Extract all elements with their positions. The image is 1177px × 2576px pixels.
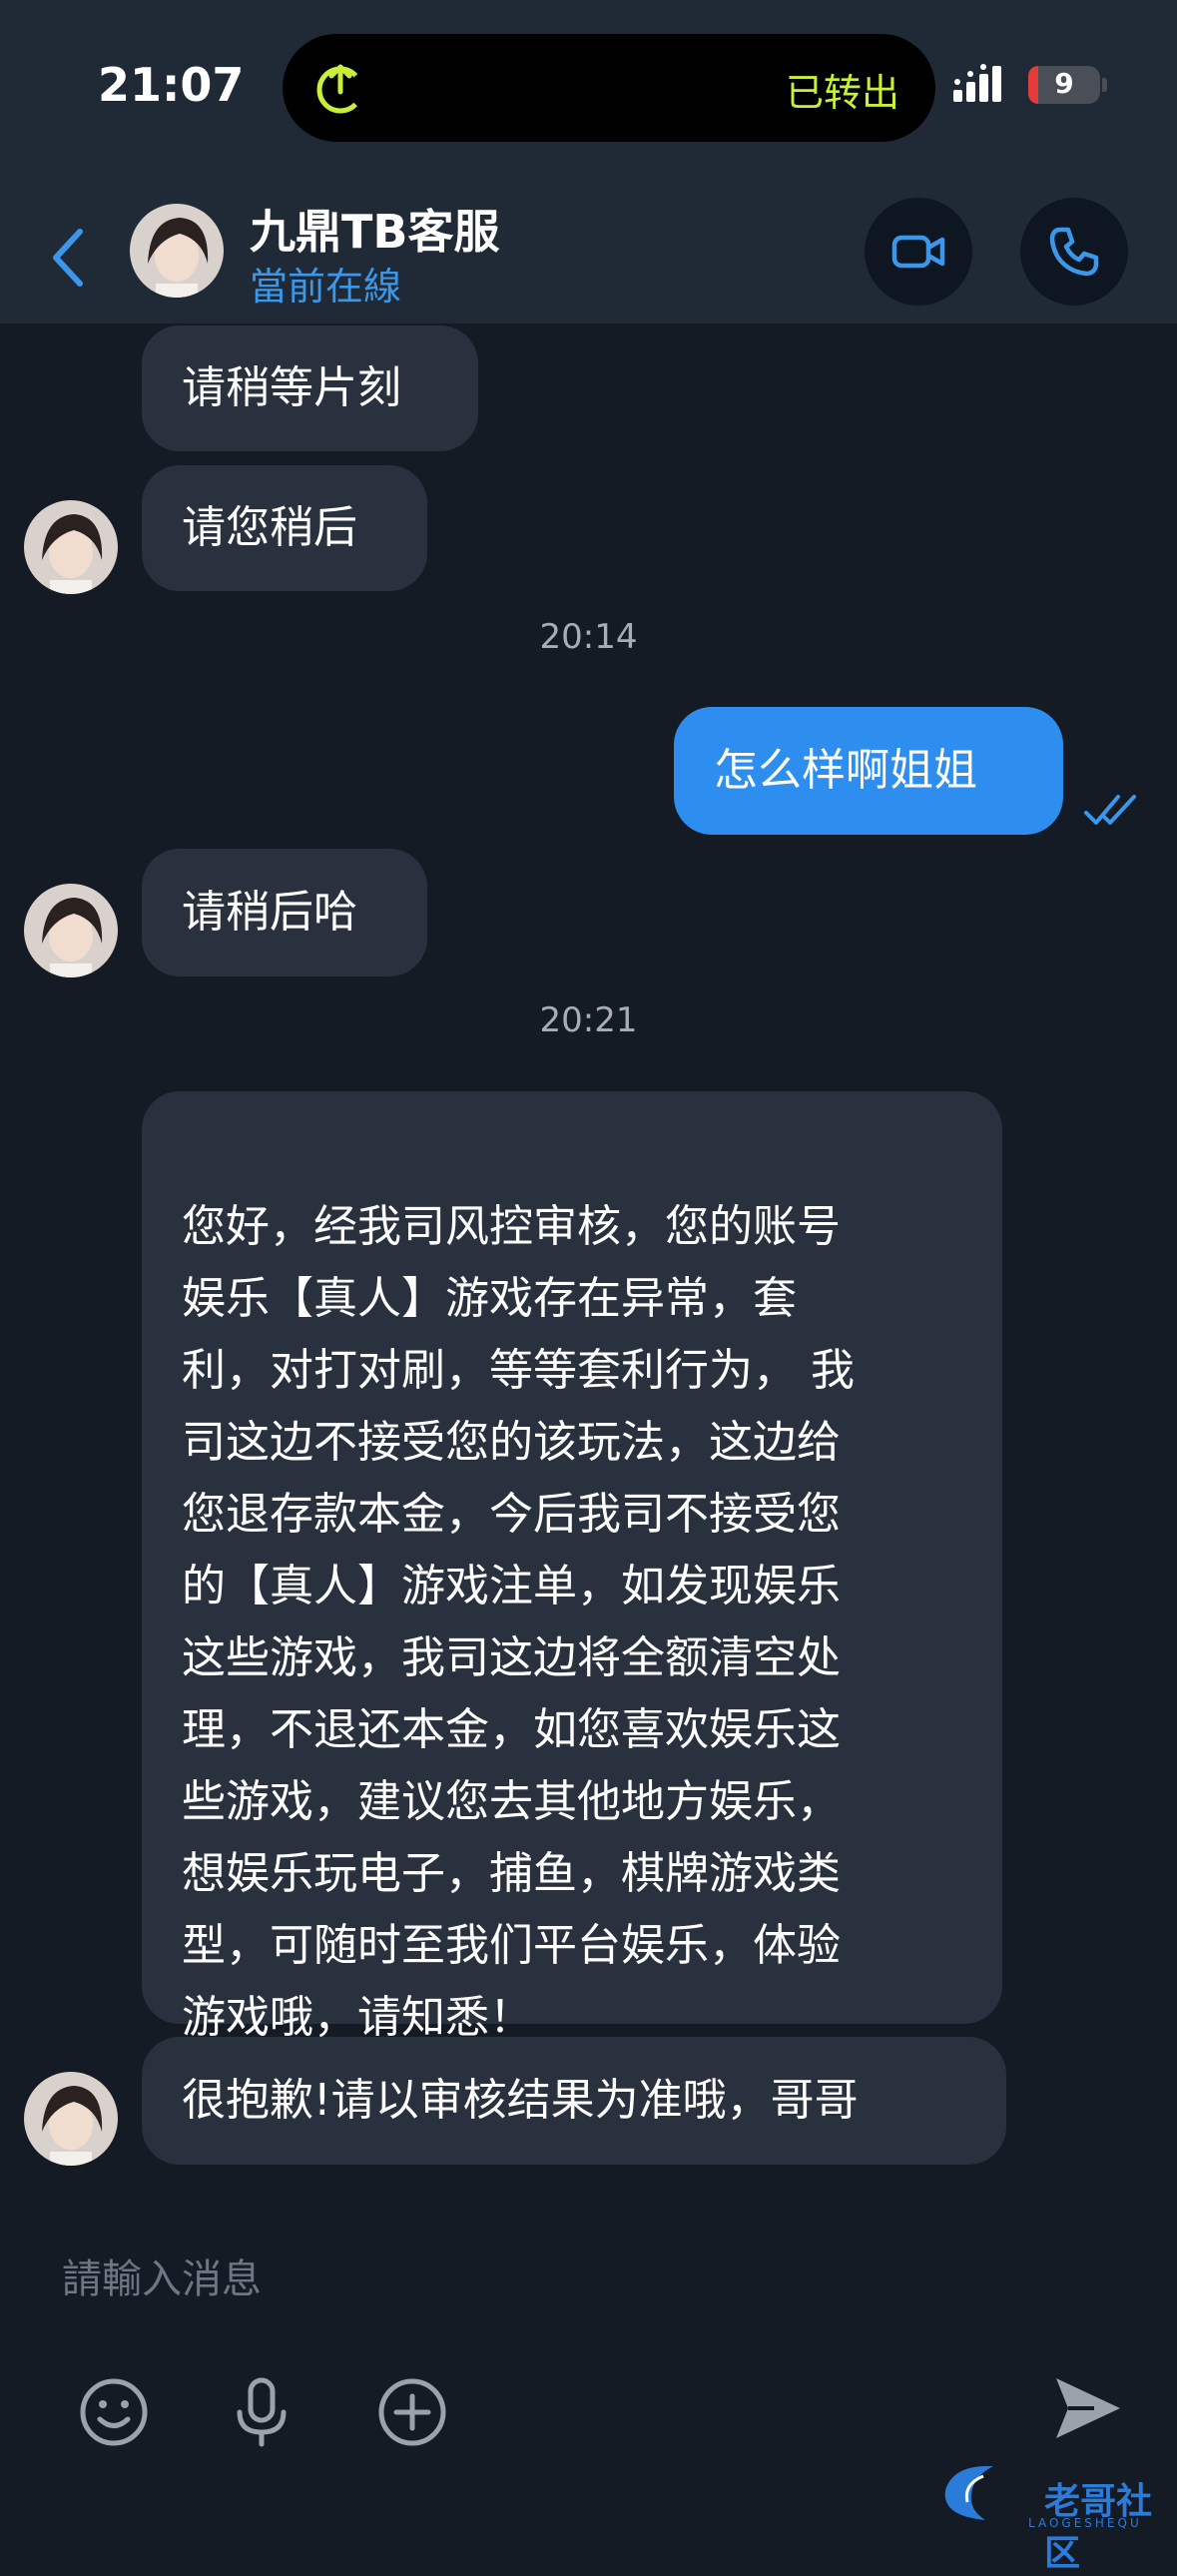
sender-avatar[interactable] xyxy=(24,884,118,977)
dynamic-island[interactable]: 已转出 xyxy=(283,34,935,142)
microphone-icon[interactable] xyxy=(224,2374,299,2450)
video-call-button[interactable] xyxy=(865,198,972,306)
contact-avatar[interactable] xyxy=(130,204,224,298)
share-upload-icon xyxy=(316,64,364,114)
status-time: 21:07 xyxy=(98,58,245,112)
send-icon[interactable] xyxy=(1048,2368,1128,2448)
back-chevron-icon[interactable] xyxy=(40,220,100,296)
chat-header: 九鼎TB客服 當前在線 xyxy=(0,190,1177,323)
incoming-message-bubble[interactable]: 您好，经我司风控审核，您的账号 娱乐【真人】游戏存在异常，套 利，对打对刷，等等… xyxy=(142,1091,1002,2043)
read-receipt-icon xyxy=(1084,795,1136,825)
contact-name: 九鼎TB客服 xyxy=(250,205,500,259)
message-text: 很抱歉!请以审核结果为准哦，哥哥 xyxy=(182,2075,859,2126)
timestamp: 20:14 xyxy=(539,617,638,657)
watermark-subtext: LAOGESHEQU xyxy=(1028,2516,1142,2530)
voice-call-button[interactable] xyxy=(1020,198,1128,306)
status-bar: 21:07 已转出 9 xyxy=(0,0,1177,190)
incoming-message-bubble[interactable]: 很抱歉!请以审核结果为准哦，哥哥 xyxy=(142,2037,1006,2165)
message-text: 请稍等片刻 xyxy=(182,362,401,413)
outgoing-message-bubble[interactable]: 怎么样啊姐姐 xyxy=(674,707,1063,835)
emoji-icon[interactable] xyxy=(76,2374,152,2450)
sender-avatar[interactable] xyxy=(24,2072,118,2166)
sender-avatar[interactable] xyxy=(24,500,118,594)
add-attachment-icon[interactable] xyxy=(374,2374,450,2450)
message-text: 怎么样啊姐姐 xyxy=(714,745,977,796)
battery-tip xyxy=(1102,78,1107,92)
battery-level: 9 xyxy=(1054,67,1074,100)
message-text: 您好，经我司风控审核，您的账号 娱乐【真人】游戏存在异常，套 利，对打对刷，等等… xyxy=(182,1201,855,2043)
island-status-text: 已转出 xyxy=(785,71,899,115)
cellular-signal-icon xyxy=(953,64,1001,102)
message-input[interactable]: 請輸入消息 xyxy=(62,2247,262,2304)
video-camera-icon xyxy=(891,235,945,269)
incoming-message-bubble[interactable]: 请您稍后 xyxy=(142,465,427,591)
battery-icon: 9 xyxy=(1028,66,1100,104)
incoming-message-bubble[interactable]: 请稍后哈 xyxy=(142,849,427,976)
message-text: 请稍后哈 xyxy=(182,887,357,938)
timestamp: 20:21 xyxy=(539,1000,638,1040)
message-text: 请您稍后 xyxy=(182,502,357,553)
phone-icon xyxy=(1049,227,1099,277)
contact-online-status: 當前在線 xyxy=(250,265,402,309)
incoming-message-bubble[interactable]: 请稍等片刻 xyxy=(142,325,478,451)
